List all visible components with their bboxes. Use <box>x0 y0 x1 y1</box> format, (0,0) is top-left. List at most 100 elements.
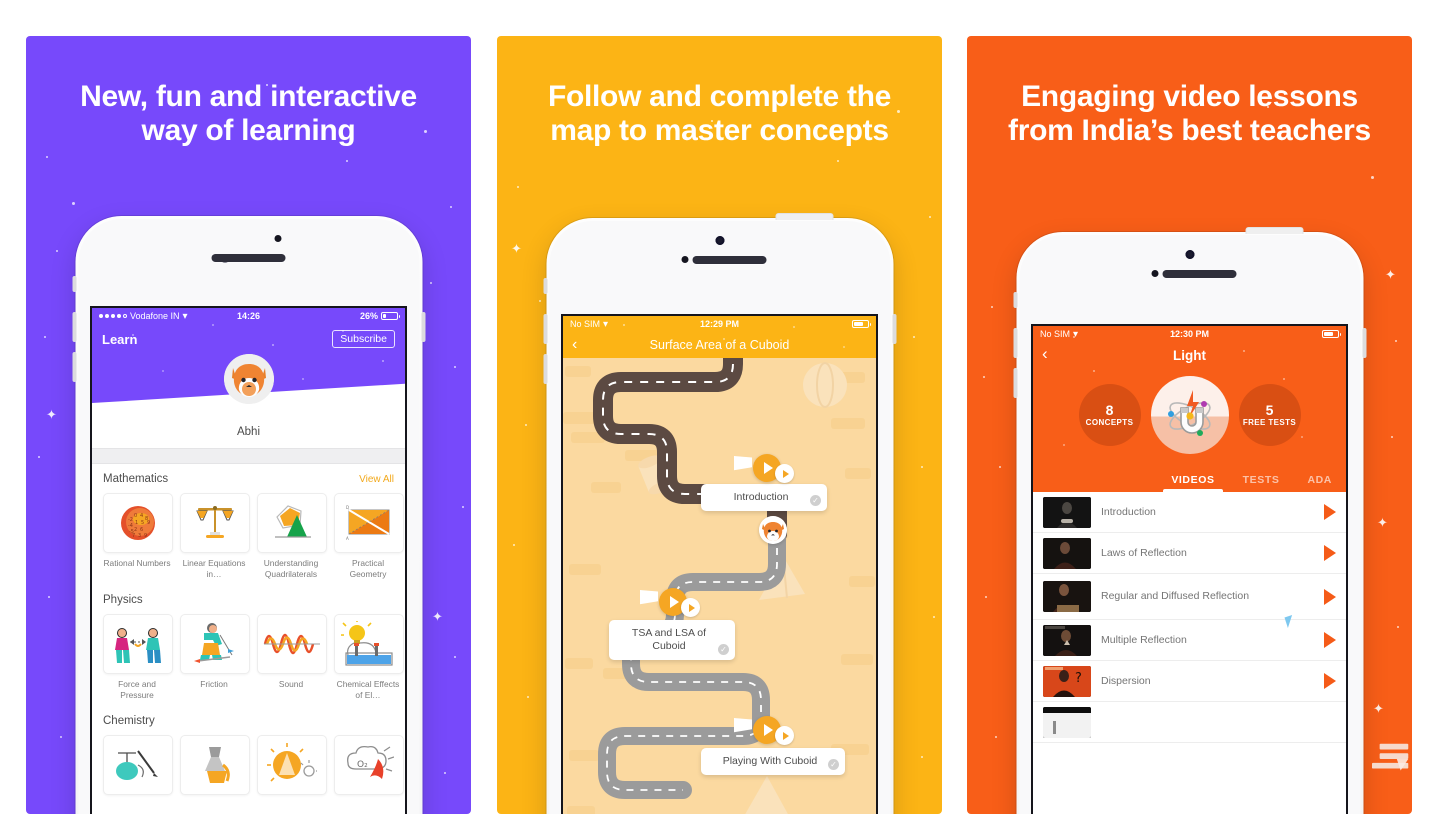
svg-text:A: A <box>346 536 349 541</box>
tile-thumb <box>257 614 327 674</box>
play-small-icon[interactable] <box>681 598 700 617</box>
svg-text:5: 5 <box>141 520 144 526</box>
map-node-label[interactable]: TSA and LSA of Cuboid ✓ <box>609 620 735 660</box>
concept-map[interactable]: Introduction ✓ TSA and LSA of Cuboid ✓ P… <box>563 358 876 814</box>
chapter-hero-icon <box>1150 376 1229 454</box>
tile-friction[interactable]: Friction <box>180 614 250 701</box>
rational-numbers-icon: -20 4 8-4 1 5 9-5 2 67 39 <box>121 506 155 540</box>
tile-linear-equations[interactable]: Linear Equations in… <box>180 493 250 580</box>
video-thumbnail <box>1043 706 1091 738</box>
tile-label: Linear Equations in… <box>182 558 246 579</box>
tile-practical-geometry[interactable]: D A Practical Geometry <box>334 493 404 580</box>
svg-text:3: 3 <box>138 533 141 539</box>
back-chevron-icon[interactable]: ‹ <box>572 335 577 354</box>
tile-row: O₂ <box>103 735 404 800</box>
play-icon[interactable] <box>753 716 794 745</box>
tile-rational-numbers[interactable]: -2 0 4 8 -4 1 5 9 -5 267 39 Rational Numbers <box>103 493 173 580</box>
svg-text:D: D <box>346 505 349 510</box>
play-icon[interactable] <box>659 588 700 617</box>
fox-avatar-icon <box>223 354 274 404</box>
avatar[interactable] <box>223 354 274 404</box>
phone-earpiece <box>1162 270 1237 278</box>
video-thumbnail <box>1043 624 1091 656</box>
status-time: 12:29 PM <box>699 319 740 329</box>
phone-volume-up <box>72 312 76 342</box>
svg-text:0: 0 <box>134 513 137 519</box>
battery-icon <box>381 312 400 320</box>
phone-volume-down <box>72 352 76 382</box>
phone-screen: No SIM ▾ 12:29 PM ‹ Surface Area of a Cu… <box>561 314 878 814</box>
play-small-icon[interactable] <box>775 464 794 483</box>
phone-volume-up <box>1013 328 1017 358</box>
video-list-item[interactable] <box>1033 702 1346 743</box>
tile-chem-4[interactable]: O₂ <box>334 735 404 800</box>
play-icon[interactable] <box>1324 504 1336 520</box>
map-node-label[interactable]: Introduction ✓ <box>701 484 827 511</box>
map-node-playing-with-cuboid[interactable] <box>734 716 794 745</box>
phone-silent-switch <box>1013 292 1017 308</box>
stat-free-tests[interactable]: 5 FREE TESTS <box>1238 384 1301 446</box>
pouring-beaker-icon <box>205 747 230 783</box>
section-chemistry: Chemistry O₂ <box>92 701 405 800</box>
tile-chem-2[interactable] <box>180 735 250 800</box>
play-icon[interactable] <box>1324 545 1336 561</box>
play-icon[interactable] <box>1324 588 1336 605</box>
tab-videos[interactable]: VIDEOS <box>1157 474 1228 492</box>
completed-check-icon: ✓ <box>828 759 839 770</box>
map-node-tsa-lsa[interactable] <box>640 588 700 617</box>
view-all-link[interactable]: View All <box>359 474 394 485</box>
quadrilaterals-icon <box>275 505 311 538</box>
chapter-navbar: ‹ Light <box>1033 342 1346 368</box>
video-title: Regular and Diffused Reflection <box>1101 590 1250 602</box>
play-icon[interactable] <box>1324 632 1336 648</box>
map-node-introduction[interactable] <box>734 454 794 483</box>
panel-headline: New, fun and interactive way of learning <box>80 80 417 147</box>
back-chevron-icon[interactable]: ‹ <box>1042 344 1048 364</box>
play-icon[interactable] <box>1324 673 1336 689</box>
fox-marker <box>759 516 787 544</box>
tile-chemical-effects[interactable]: Chemical Effects of El… <box>334 614 404 701</box>
video-list-item[interactable]: Laws of Reflection <box>1033 533 1346 574</box>
tile-understanding-quadrilaterals[interactable]: Understanding Quadrilaterals <box>257 493 327 580</box>
combustion-icon <box>267 743 317 782</box>
tile-chem-3[interactable] <box>257 735 327 800</box>
phone-mockup: Vodafone IN ▾ 14:26 26% Learn Subscribe … <box>72 216 425 814</box>
phone-screen: No SIM ▾ 12:30 PM ‹ Light 8 CONCEPTS 5 F… <box>1031 324 1348 814</box>
video-list-item[interactable]: Introduction <box>1033 492 1346 533</box>
sound-wave-icon <box>263 633 320 655</box>
stat-caption: FREE TESTS <box>1242 417 1297 427</box>
tile-label: Friction <box>200 679 228 689</box>
play-small-icon[interactable] <box>775 726 794 745</box>
phone-earpiece <box>692 256 767 264</box>
learn-navbar: Learn Subscribe <box>92 324 405 348</box>
battery-percent: 26% <box>359 311 378 321</box>
tab-adaptive[interactable]: ADA <box>1293 474 1346 492</box>
video-list-item[interactable]: Multiple Reflection <box>1033 620 1346 661</box>
video-list-item[interactable]: ? Dispersion <box>1033 661 1346 702</box>
phone-sensor <box>681 256 689 263</box>
tile-thumb <box>180 735 250 795</box>
subscribe-button[interactable]: Subscribe <box>332 330 395 348</box>
chapter-header: No SIM ▾ 12:30 PM ‹ Light 8 CONCEPTS 5 F… <box>1033 326 1346 492</box>
profile-name: Abhi <box>236 426 261 438</box>
tile-sound[interactable]: Sound <box>257 614 327 701</box>
play-icon[interactable] <box>753 454 794 483</box>
battery-icon <box>852 320 871 328</box>
tile-label: Rational Numbers <box>103 558 171 568</box>
map-node-label[interactable]: Playing With Cuboid ✓ <box>701 748 845 775</box>
stat-concepts[interactable]: 8 CONCEPTS <box>1078 384 1141 446</box>
tile-thumb: O₂ <box>334 735 404 795</box>
phone-power-button <box>775 213 833 220</box>
video-title: Multiple Reflection <box>1101 633 1187 646</box>
svg-text:?: ? <box>1075 671 1082 686</box>
completed-check-icon: ✓ <box>810 495 821 506</box>
video-list-item[interactable]: Regular and Diffused Reflection <box>1033 574 1346 620</box>
tile-thumb: -2 0 4 8 -4 1 5 9 -5 267 39 <box>103 493 173 553</box>
tile-force-and-pressure[interactable]: Force and Pressure <box>103 614 173 701</box>
flask-burner-icon <box>116 750 158 780</box>
tab-tests[interactable]: TESTS <box>1229 474 1294 492</box>
tile-chem-1[interactable] <box>103 735 173 800</box>
chapter-tabs: VIDEOS TESTS ADA <box>1033 466 1346 492</box>
status-battery <box>852 320 871 328</box>
battery-icon <box>1322 330 1341 338</box>
